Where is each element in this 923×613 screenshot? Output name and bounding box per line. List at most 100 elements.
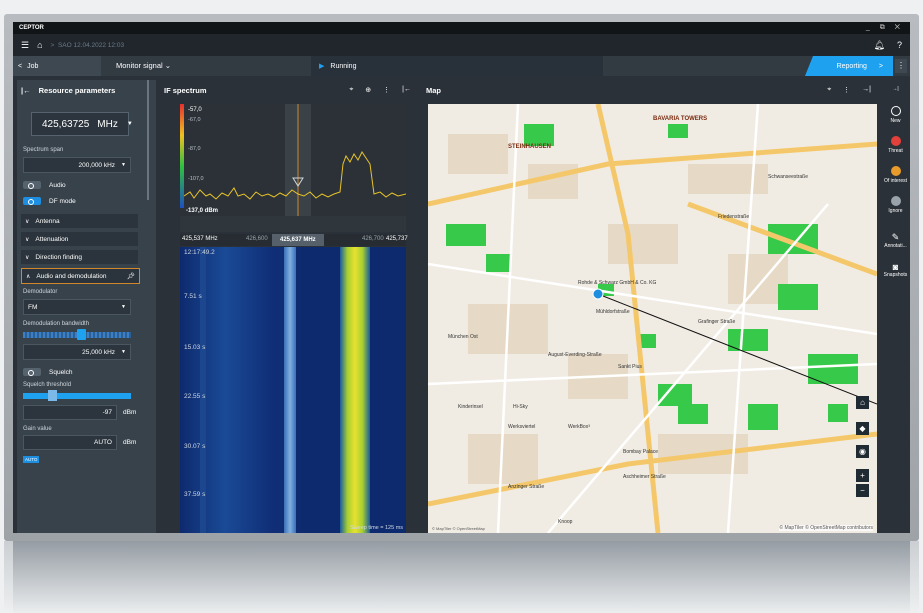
map-attribution-left: © MapTiler © OpenStreetMap	[432, 526, 485, 531]
annotation-icon: ✎	[891, 232, 900, 242]
spectrum-scrollbar[interactable]	[180, 216, 406, 232]
zoom-out-icon[interactable]: −	[856, 484, 869, 497]
gain-field[interactable]: AUTO dBm	[23, 435, 156, 450]
map-label: WerkBox³	[568, 424, 590, 430]
waterfall-time: 7.51 s	[184, 293, 202, 300]
frequency-unit: MHz	[97, 118, 118, 130]
chevron-up-icon: ∧	[26, 273, 31, 280]
new-button[interactable]: New	[881, 106, 910, 124]
chevron-down-icon: ▼	[121, 162, 126, 168]
map-label: Bombay Palace	[623, 449, 659, 455]
sweep-time-label: Sweep time = 125 ms	[350, 525, 404, 531]
freq-tick: 426,600	[246, 236, 268, 242]
zoom-in-icon[interactable]: +	[856, 469, 869, 482]
frequency-value[interactable]: 425,63725	[42, 119, 89, 130]
waterfall-time: 37.59 s	[184, 491, 206, 498]
spectrum-plot[interactable]: -57,0 -67,0 -87,0 -107,0 -137,0 dBm	[180, 104, 407, 232]
waterfall-signal-band	[340, 247, 370, 533]
squelch-threshold-value[interactable]: -97	[23, 405, 117, 420]
demodulator-value: FM	[28, 303, 38, 311]
pin-icon[interactable]: 📌︎	[127, 272, 135, 280]
menu-icon[interactable]: ☰	[21, 40, 29, 51]
layers-icon[interactable]: ◆	[856, 422, 869, 435]
frequency-input[interactable]: 425,63725 MHz ▼	[31, 112, 133, 136]
section-antenna[interactable]: ∨ Antenna	[21, 214, 138, 228]
df-mode-switch[interactable]	[23, 197, 41, 205]
reporting-button[interactable]: Reporting >	[805, 56, 893, 76]
new-icon	[890, 106, 901, 116]
map-attribution[interactable]: © MapTiler © OpenStreetMap contributors	[779, 525, 873, 531]
auto-badge[interactable]: AUTO	[23, 456, 40, 463]
demodulator-select[interactable]: FM ▼	[23, 299, 131, 315]
demod-bandwidth-value: 25,000 kHz	[82, 348, 116, 356]
spectrum-trace: -57,0 -67,0 -87,0 -107,0 -137,0 dBm	[180, 104, 407, 232]
notification-bell-icon[interactable]: 🔔︎	[874, 40, 885, 51]
df-mode-toggle[interactable]: DF mode	[23, 197, 156, 205]
more-menu-icon[interactable]: ⋮	[843, 86, 850, 94]
audio-switch[interactable]	[23, 181, 41, 189]
level-tick: -67,0	[188, 117, 201, 123]
chevron-down-icon: ∨	[25, 254, 30, 261]
compass-icon[interactable]: ⌂	[856, 396, 869, 409]
job-back-button[interactable]: < Job	[13, 56, 101, 76]
collapse-panel-icon[interactable]: →|	[881, 86, 910, 92]
more-menu-icon[interactable]: ⋮	[383, 86, 390, 94]
unit-label: dBm	[123, 409, 137, 416]
squelch-toggle[interactable]: Squelch	[23, 368, 156, 376]
monitor-signal-dropdown[interactable]: Monitor signal ⌄	[116, 61, 171, 70]
fit-view-icon[interactable]: ⌖	[349, 86, 353, 94]
more-menu-icon[interactable]: ⋮	[895, 59, 907, 73]
audio-toggle[interactable]: Audio	[23, 181, 156, 189]
ignore-icon	[890, 196, 901, 206]
section-direction-finding[interactable]: ∨ Direction finding	[21, 250, 138, 264]
chevron-down-icon[interactable]: ▼	[127, 121, 133, 127]
panel-scrollbar[interactable]	[147, 80, 149, 200]
squelch-label: Squelch	[49, 368, 73, 376]
title-bar: CEPTOR _ ⧉ ✕	[13, 22, 910, 34]
threat-icon	[890, 136, 901, 146]
zoom-icon[interactable]: ⊕	[365, 86, 371, 94]
running-status[interactable]: ▶ Running	[311, 56, 603, 76]
threat-button[interactable]: Threat	[881, 136, 910, 154]
squelch-threshold-field[interactable]: -97 dBm	[23, 405, 156, 420]
chevron-down-icon: ⌄	[164, 61, 172, 70]
slider-handle[interactable]	[77, 329, 86, 340]
demod-bandwidth-select[interactable]: 25,000 kHz ▼	[23, 344, 131, 360]
ignore-button[interactable]: Ignore	[881, 196, 910, 214]
squelch-threshold-slider[interactable]	[23, 390, 131, 401]
window-controls[interactable]: _ ⧉ ✕	[866, 24, 904, 32]
running-label: Running	[330, 62, 357, 70]
of-interest-button[interactable]: Of interest	[881, 166, 910, 184]
collapse-panel-icon[interactable]: |←	[402, 86, 411, 94]
breadcrumb[interactable]: > SAO 12.04.2022 12:03	[51, 42, 125, 49]
map-label: Anzinger Straße	[508, 484, 545, 490]
home-icon[interactable]: ⌂	[37, 40, 42, 50]
demod-bandwidth-label: Demodulation bandwidth	[23, 321, 90, 327]
squelch-switch[interactable]	[23, 368, 41, 376]
new-label: New	[890, 118, 901, 124]
spectrum-span-select[interactable]: 200,000 kHz ▼	[23, 157, 131, 173]
section-audio-demodulation[interactable]: ∧ Audio and demodulation 📌︎	[21, 268, 140, 284]
locate-icon[interactable]: ◉	[856, 445, 869, 458]
expand-panel-icon[interactable]: →|	[862, 86, 871, 94]
map-header: Map ⌖ ⋮ →|	[422, 80, 877, 100]
annotation-button[interactable]: ✎ Annotati...	[881, 232, 910, 249]
spectrum-span-value: 200,000 kHz	[78, 161, 116, 169]
slider-handle[interactable]	[48, 390, 57, 401]
resource-parameters-panel: |← Resource parameters 425,63725 MHz ▼ Sp…	[17, 80, 156, 533]
snapshots-button[interactable]: ◙ Snapshots	[881, 262, 910, 278]
map-view[interactable]: BAVARIA TOWERS STEINHAUSEN Rohde & Schwa…	[428, 104, 877, 533]
collapse-panel-icon[interactable]: |←	[21, 86, 31, 95]
demod-bandwidth-slider[interactable]	[23, 329, 131, 340]
section-attenuation[interactable]: ∨ Attenuation	[21, 232, 138, 246]
sensor-location-icon[interactable]	[592, 288, 604, 300]
breadcrumb-item[interactable]: SAO 12.04.2022 12:03	[58, 42, 124, 49]
help-icon[interactable]: ?	[897, 40, 902, 51]
fit-view-icon[interactable]: ⌖	[827, 86, 831, 94]
audio-label: Audio	[49, 181, 66, 189]
reflection-gradient	[13, 541, 910, 613]
job-label: Job	[27, 62, 39, 70]
chevron-down-icon: ▼	[121, 304, 126, 310]
gain-value[interactable]: AUTO	[23, 435, 117, 450]
waterfall-plot[interactable]: 12:17:49.2 7.51 s 15.03 s 22.55 s 30.07 …	[180, 247, 406, 533]
